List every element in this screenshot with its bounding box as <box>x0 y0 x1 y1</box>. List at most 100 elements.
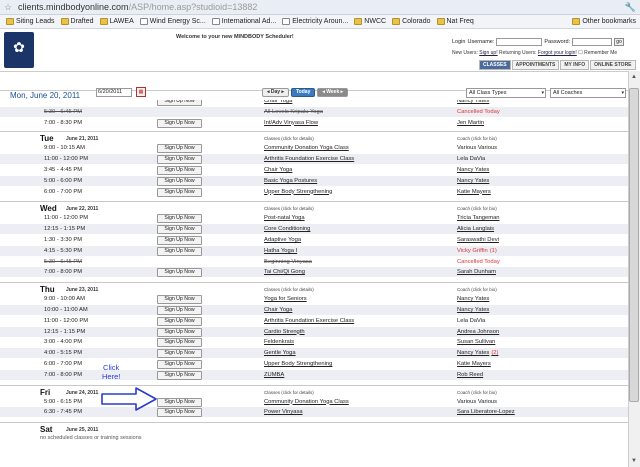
tab-online-store[interactable]: ONLINE STORE <box>590 60 636 70</box>
date-input[interactable]: 6/20/2011 <box>96 88 132 97</box>
coach-link[interactable]: Nancy Yates <box>457 296 489 302</box>
class-name-link[interactable]: Community Donation Yoga Class <box>264 399 349 405</box>
sign-up-link[interactable]: Sign up! <box>479 50 497 56</box>
bookmark-item[interactable]: NWCC <box>354 18 386 25</box>
other-bookmarks[interactable]: Other bookmarks <box>572 18 636 25</box>
tab-appointments[interactable]: APPOINTMENTS <box>511 60 560 70</box>
class-name-link[interactable]: Community Donation Yoga Class <box>264 145 349 151</box>
sign-up-button[interactable]: Sign Up Now <box>157 316 202 326</box>
coach-link[interactable]: Katie Mayers <box>457 361 491 367</box>
class-name-link[interactable]: ZUMBA <box>264 372 284 378</box>
coach-link[interactable]: Nancy Yates <box>457 307 489 313</box>
class-name-link[interactable]: Arthritis Foundation Exercise Class <box>264 156 354 162</box>
class-name-link[interactable]: Upper Body Strengthening <box>264 361 332 367</box>
sign-up-button[interactable]: Sign Up Now <box>157 397 202 407</box>
sign-up-button[interactable]: Sign Up Now <box>157 166 202 175</box>
coach-link[interactable]: Various Various <box>457 145 497 151</box>
coach-link[interactable]: Various Various <box>457 399 497 405</box>
bookmark-item[interactable]: Nat Freq <box>436 18 474 25</box>
coach-link[interactable]: Cancelled Today <box>457 109 500 115</box>
sign-up-button[interactable]: Sign Up Now <box>157 268 202 278</box>
coach-link[interactable]: Nancy Yates <box>457 167 489 173</box>
password-input[interactable] <box>572 38 613 46</box>
coach-link[interactable]: Tricia Tangeman <box>457 215 500 221</box>
sign-up-button[interactable]: Sign Up Now <box>157 327 202 337</box>
sign-up-button[interactable]: Sign Up Now <box>157 360 202 369</box>
class-name-link[interactable]: Yoga for Seniors <box>264 296 307 302</box>
prev-day-button[interactable]: ◂ Day ▸ <box>262 88 289 97</box>
sign-up-button[interactable]: Sign Up Now <box>157 306 202 315</box>
coach-link[interactable]: Saraswathi Devi <box>457 237 499 243</box>
scroll-up-icon[interactable]: ▲ <box>629 72 639 82</box>
class-name-link[interactable]: Upper Body Strengthening <box>264 189 332 195</box>
bookmark-item[interactable]: Colorado <box>392 18 431 25</box>
bookmark-item[interactable]: Electricity Aroun... <box>282 18 348 25</box>
coach-link[interactable]: Lela DaVia <box>457 318 485 324</box>
sign-up-button[interactable]: Sign Up Now <box>157 214 202 224</box>
sign-up-button[interactable]: Sign Up Now <box>157 144 202 154</box>
bookmark-item[interactable]: Siting Leads <box>6 18 55 25</box>
bookmark-star-icon[interactable]: ☆ <box>4 2 14 12</box>
coach-link[interactable]: Jen Martin <box>457 120 484 126</box>
class-name-link[interactable]: Tai Chi/Qi Gong <box>264 269 305 275</box>
class-name-link[interactable]: Chair Yoga <box>264 307 292 313</box>
class-name-link[interactable]: Power Vinyasa <box>264 409 303 415</box>
sign-up-button[interactable]: Sign Up Now <box>157 338 202 348</box>
class-name-link[interactable]: Int/Adv Vinyasa Flow <box>264 120 318 126</box>
tab-classes[interactable]: CLASSES <box>479 60 511 70</box>
class-name-link[interactable]: Beginning Vinyasa <box>264 259 312 265</box>
sign-up-button[interactable]: Sign Up Now <box>157 370 202 380</box>
bookmark-item[interactable]: Drafted <box>60 18 94 25</box>
sign-up-button[interactable]: Sign Up Now <box>157 225 202 235</box>
sign-up-button[interactable]: Sign Up Now <box>157 349 202 359</box>
coach-link[interactable]: Rob Reed <box>457 372 483 378</box>
sign-up-button[interactable]: Sign Up Now <box>157 295 202 305</box>
coach-link[interactable]: Sara Liberatore-Lopez <box>457 409 515 415</box>
class-name-link[interactable]: Chair Yoga <box>264 100 292 104</box>
sign-up-button[interactable]: Sign Up Now <box>157 176 202 186</box>
class-name-link[interactable]: Adaptive Yoga <box>264 237 301 243</box>
coach-link[interactable]: Nancy Yates <box>457 100 489 104</box>
class-name-link[interactable]: Post-natal Yoga <box>264 215 305 221</box>
coach-link[interactable]: Katie Mayers <box>457 189 491 195</box>
class-name-link[interactable]: Arthritis Foundation Exercise Class <box>264 318 354 324</box>
scrollbar-thumb[interactable] <box>629 88 639 402</box>
tab-my-info[interactable]: MY INFO <box>560 60 590 70</box>
wrench-icon[interactable]: 🔧 <box>625 2 636 13</box>
coach-link[interactable]: Cancelled Today <box>457 259 500 265</box>
coach-link[interactable]: Nancy Yates (2) <box>457 350 498 356</box>
calendar-icon[interactable]: ▦ <box>136 87 146 97</box>
sign-up-button[interactable]: Sign Up Now <box>157 408 202 418</box>
class-name-link[interactable]: Core Conditioning <box>264 226 310 232</box>
sign-up-button[interactable]: Sign Up Now <box>157 155 202 165</box>
class-name-link[interactable]: Hatha Yoga I <box>264 248 297 254</box>
class-name-link[interactable]: All Levels Kripalu Yoga <box>264 109 323 115</box>
class-name-link[interactable]: Cardio Strength <box>264 329 305 335</box>
coach-link[interactable]: Vicky Griffin (1) <box>457 248 497 254</box>
coach-link[interactable]: Nancy Yates <box>457 178 489 184</box>
forgot-login-link[interactable]: Forgot your login! <box>538 50 577 56</box>
remember-checkbox[interactable]: ☐ <box>578 50 582 56</box>
bookmark-item[interactable]: Wind Energy Sc... <box>139 18 206 25</box>
sign-up-button[interactable]: Sign Up Now <box>157 187 202 197</box>
coach-link[interactable]: Lela DaVia <box>457 156 485 162</box>
coach-link[interactable]: Sarah Dunham <box>457 269 496 275</box>
coach-link[interactable]: Alicia Langlais <box>457 226 494 232</box>
sign-up-button[interactable]: Sign Up Now <box>157 118 202 128</box>
sign-up-button[interactable]: Sign Up Now <box>157 236 202 245</box>
today-button[interactable]: Today <box>291 88 316 97</box>
coach-select[interactable]: All Coaches ▾ <box>550 88 626 98</box>
sign-up-button[interactable]: Sign Up Now <box>157 100 202 106</box>
class-name-link[interactable]: Basic Yoga Postures <box>264 178 317 184</box>
class-name-link[interactable]: Gentle Yoga <box>264 350 296 356</box>
address-bar[interactable]: ☆ clients.mindbodyonline.com/ASP/home.as… <box>0 0 640 15</box>
class-name-link[interactable]: Feldenkrais <box>264 339 294 345</box>
username-input[interactable] <box>496 38 543 46</box>
go-button[interactable]: go <box>614 38 625 46</box>
bookmark-item[interactable]: LAWEA <box>99 18 134 25</box>
coach-link[interactable]: Andrea Johnson <box>457 329 499 335</box>
class-type-select[interactable]: All Class Types ▾ <box>466 88 546 98</box>
scroll-down-icon[interactable]: ▼ <box>629 456 639 466</box>
coach-link[interactable]: Susan Sullivan <box>457 339 495 345</box>
bookmark-item[interactable]: International Ad... <box>211 18 276 25</box>
